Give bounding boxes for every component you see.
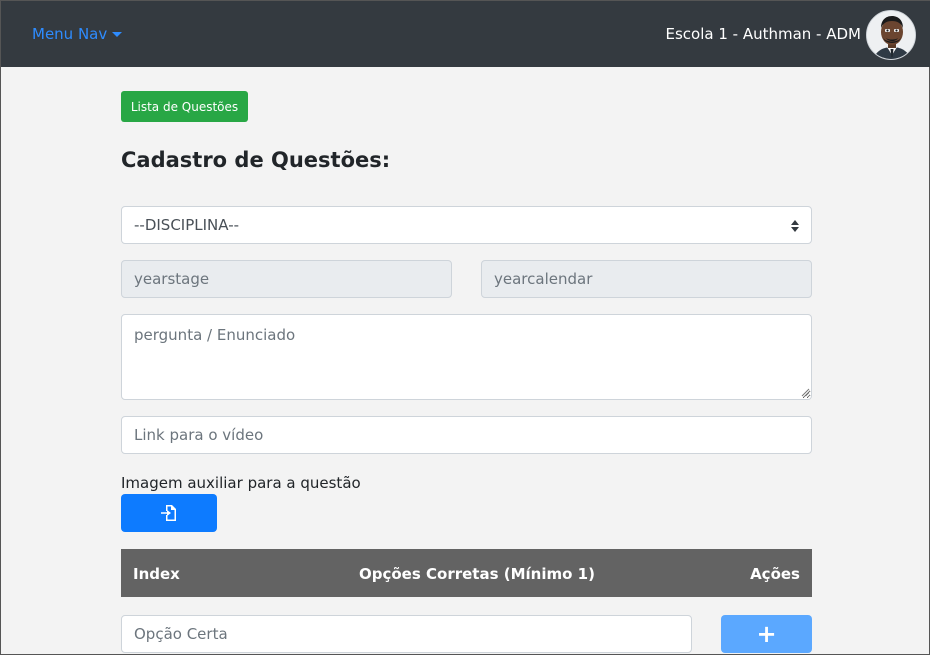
yearcalendar-field[interactable] [481,260,812,298]
video-link-field[interactable] [121,416,812,454]
question-textarea[interactable] [121,314,812,400]
menu-nav-label: Menu Nav [32,25,108,43]
avatar[interactable] [866,10,916,60]
discipline-select[interactable]: --DISCIPLINA-- [121,206,812,244]
select-arrows-icon [791,218,799,232]
file-import-icon [161,505,176,521]
image-upload-button[interactable] [121,494,217,532]
column-header-actions: Ações [750,565,800,583]
page-title: Cadastro de Questões: [121,148,391,172]
user-label: Escola 1 - Authman - ADM [665,25,861,43]
caret-down-icon [112,32,123,37]
question-list-button[interactable]: Lista de Questões [121,91,248,122]
discipline-select-value: --DISCIPLINA-- [134,216,240,234]
column-header-index: Index [133,565,180,583]
column-header-correct-options: Opções Corretas (Mínimo 1) [359,565,595,583]
add-option-button[interactable]: + [721,615,812,653]
yearstage-field[interactable] [121,260,452,298]
image-label: Imagem auxiliar para a questão [121,474,361,492]
avatar-illustration-icon [867,11,915,59]
options-table-header: Index Opções Corretas (Mínimo 1) Ações [121,549,812,597]
menu-nav-dropdown[interactable]: Menu Nav [32,25,123,43]
correct-option-input[interactable] [121,615,692,653]
top-navbar: Menu Nav Escola 1 - Authman - ADM [1,1,930,67]
